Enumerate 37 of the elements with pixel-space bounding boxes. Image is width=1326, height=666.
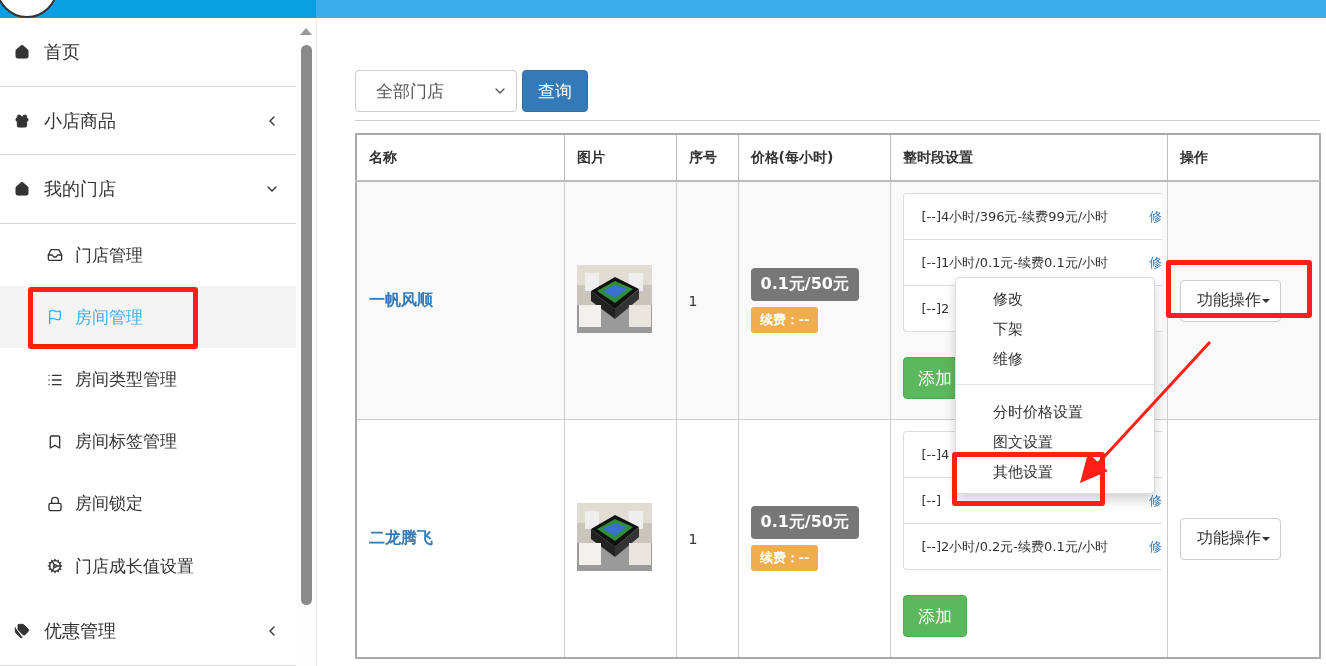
query-button[interactable]: 查询 (522, 70, 588, 112)
price-badge: 0.1元/50元 (750, 506, 859, 539)
time-slot-text: [--]1小时/0.1元-续费0.1元/小时 (921, 253, 1109, 272)
menu-item[interactable]: 下架 (956, 314, 1154, 344)
edit-link[interactable]: 修 (1148, 207, 1162, 226)
renewal-badge: 续费：-- (750, 307, 819, 333)
edit-link[interactable]: 修 (1148, 253, 1162, 272)
time-slot-text: [--] (921, 493, 942, 508)
time-slot-text: [--]4 (921, 447, 950, 462)
flag-icon (47, 309, 63, 326)
gear-icon (47, 558, 63, 575)
gift-icon (14, 112, 30, 129)
actions-dropdown-button[interactable]: 功能操作 (1179, 517, 1281, 560)
house-icon (14, 43, 30, 60)
edit-link[interactable]: 修 (1148, 491, 1162, 510)
room-name-link[interactable]: 二龙腾飞 (369, 528, 433, 547)
renewal-badge: 续费：-- (750, 545, 819, 571)
time-slot-text: [--]4小时/396元-续费99元/小时 (921, 207, 1109, 226)
room-name-link[interactable]: 一帆风顺 (369, 290, 433, 309)
caret-icon (1261, 536, 1270, 541)
bookmark-icon (47, 433, 63, 450)
menu-item[interactable]: 分时价格设置 (956, 397, 1154, 427)
caret-icon (1261, 298, 1270, 303)
sequence-number: 1 (688, 292, 698, 309)
sequence-number: 1 (688, 530, 698, 547)
scrollbar-thumb[interactable] (300, 45, 312, 605)
time-slot-text: [--]2 (921, 301, 950, 316)
menu-item[interactable]: 修改 (956, 284, 1154, 314)
edit-link[interactable]: 修 (1148, 537, 1162, 556)
time-slot-text: [--]2小时/0.2元-续费0.1元/小时 (921, 537, 1109, 556)
inbox-icon (47, 247, 63, 264)
lock-icon (47, 495, 63, 512)
store-select[interactable]: 全部门店 (355, 70, 517, 112)
price-badge: 0.1元/50元 (750, 268, 859, 301)
scroll-up-icon[interactable] (300, 28, 312, 35)
house-icon (14, 181, 30, 198)
tags-icon (14, 623, 30, 640)
